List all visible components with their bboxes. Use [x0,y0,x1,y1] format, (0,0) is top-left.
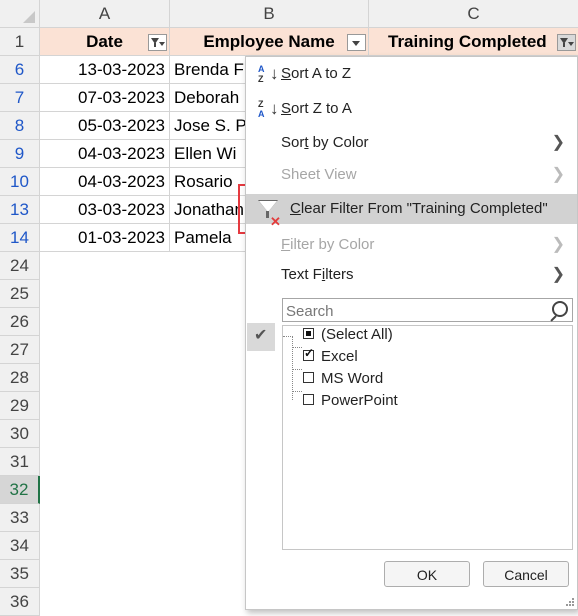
row-header[interactable]: 35 [0,560,40,588]
menu-item-sort-a-z[interactable]: A Z ↓ Sort A to Z [246,59,577,89]
date-cell[interactable]: 04-03-2023 [40,140,170,168]
dropdown-arrow-icon [568,42,574,46]
sort-by-color-label: Sort by Color [281,134,369,151]
row-header[interactable]: 36 [0,588,40,616]
row-header[interactable]: 8 [0,112,40,140]
menu-item-sort-z-a[interactable]: Z A ↓ Sort Z to A [246,94,577,124]
header-cell-training[interactable]: Training Completed [369,28,578,56]
date-cell[interactable]: 03-03-2023 [40,196,170,224]
dropdown-arrow-icon [159,42,165,46]
column-header-c[interactable]: C [369,0,578,28]
sort-z-a-icon: Z A ↓ [258,99,279,119]
header-employee-label: Employee Name [203,32,335,51]
date-cell[interactable]: 07-03-2023 [40,84,170,112]
filter-values-list[interactable]: (Select All) ✓ Excel MS Word PowerPoint [282,325,573,550]
chevron-right-icon: ❯ [551,266,565,283]
excel-checkbox[interactable]: ✓ [303,346,314,361]
row-header[interactable]: 33 [0,504,40,532]
menu-item-filter-by-color: Filter by Color ❯ [246,230,577,260]
menu-item-sort-by-color[interactable]: Sort by Color ❯ [246,128,577,158]
row-header[interactable]: 32 [0,476,40,504]
clear-filter-icon: ✕ [258,199,281,229]
funnel-stem [154,43,156,47]
list-item-label: Excel [321,348,358,365]
header-training-label: Training Completed [388,32,547,51]
row-header[interactable]: 27 [0,336,40,364]
search-icon-handle [550,315,557,322]
row-header[interactable]: 1 [0,28,40,56]
filter-button-date[interactable] [148,34,167,51]
row-header[interactable]: 10 [0,168,40,196]
row-header[interactable]: 34 [0,532,40,560]
row-header[interactable]: 30 [0,420,40,448]
search-box[interactable] [282,298,573,323]
text-filters-label: Text Filters [281,266,354,283]
tree-line [292,391,302,392]
list-item-label: PowerPoint [321,392,398,409]
column-header-a[interactable]: A [40,0,170,28]
tree-line [283,336,293,337]
funnel-stem [563,43,565,47]
row-header[interactable]: 7 [0,84,40,112]
menu-item-clear-filter[interactable]: ✕ Clear Filter From "Training Completed" [246,194,577,229]
row-header[interactable]: 29 [0,392,40,420]
date-cell[interactable]: 04-03-2023 [40,168,170,196]
sort-a-z-icon: A Z ↓ [258,64,279,84]
filter-button-employee[interactable] [347,34,366,51]
row-header[interactable]: 24 [0,252,40,280]
sort-a-z-label: Sort A to Z [281,65,352,82]
selected-indicator: ✔ [247,323,275,351]
row-header[interactable]: 31 [0,448,40,476]
corner-triangle-icon [23,11,35,23]
row-header[interactable]: 14 [0,224,40,252]
sort-z-a-label: Sort Z to A [281,100,352,117]
clear-filter-label: Clear Filter From "Training Completed" [290,200,548,217]
ms-word-checkbox[interactable] [303,372,314,383]
row-header[interactable]: 26 [0,308,40,336]
search-input[interactable] [283,299,538,323]
chevron-right-icon: ❯ [551,236,565,253]
select-all-checkbox[interactable] [303,328,314,339]
row-header[interactable]: 13 [0,196,40,224]
resize-grip-icon[interactable] [565,597,575,607]
tree-line [292,347,302,348]
cancel-button[interactable]: Cancel [483,561,569,587]
filter-dropdown-menu: A Z ↓ Sort A to Z Z A ↓ Sort Z to A Sort by … [245,56,578,610]
date-cell[interactable]: 01-03-2023 [40,224,170,252]
dropdown-arrow-icon [352,41,360,46]
menu-item-sheet-view: Sheet View ❯ [246,160,577,190]
powerpoint-checkbox[interactable] [303,394,314,405]
row-header[interactable]: 6 [0,56,40,84]
row-header[interactable]: 28 [0,364,40,392]
list-item-label: MS Word [321,370,384,387]
chevron-right-icon: ❯ [551,166,565,183]
tree-line [292,369,302,370]
ok-button[interactable]: OK [384,561,470,587]
filter-button-training[interactable] [557,34,576,51]
menu-item-text-filters[interactable]: Text Filters ❯ [246,260,577,290]
list-item-label: (Select All) [321,326,393,343]
date-cell[interactable]: 13-03-2023 [40,56,170,84]
header-cell-employee[interactable]: Employee Name [170,28,369,56]
column-header-b[interactable]: B [170,0,369,28]
checkmark-icon: ✔ [254,327,268,344]
header-date-label: Date [86,32,123,51]
date-cell[interactable]: 05-03-2023 [40,112,170,140]
filter-by-color-label: Filter by Color [281,236,375,253]
select-all-corner[interactable] [0,0,40,28]
sheet-view-label: Sheet View [281,166,357,183]
row-header[interactable]: 25 [0,280,40,308]
chevron-right-icon: ❯ [551,134,565,151]
row-header[interactable]: 9 [0,140,40,168]
